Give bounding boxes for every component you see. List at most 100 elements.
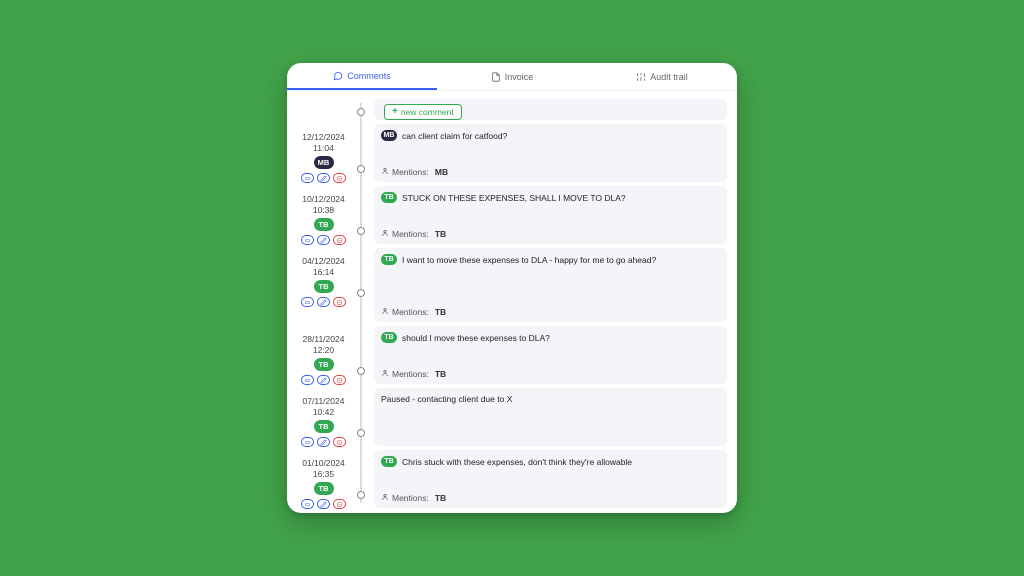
view-action-icon[interactable] bbox=[301, 297, 314, 307]
timeline-dot bbox=[357, 165, 365, 173]
view-action-icon[interactable] bbox=[301, 235, 314, 245]
author-avatar: MB bbox=[314, 156, 334, 169]
author-badge: MB bbox=[381, 130, 397, 141]
comment-box: MB can client claim for catfood? Mentions:… bbox=[374, 124, 727, 182]
user-icon bbox=[381, 369, 389, 379]
comment-date: 07/11/2024 bbox=[303, 396, 345, 407]
user-icon bbox=[381, 493, 389, 503]
view-action-icon[interactable] bbox=[301, 173, 314, 183]
edit-action-icon[interactable] bbox=[317, 375, 330, 385]
view-action-icon[interactable] bbox=[301, 437, 314, 447]
timeline-line bbox=[361, 103, 362, 503]
mentions-row: Mentions: TB bbox=[381, 229, 720, 239]
delete-action-icon[interactable] bbox=[333, 499, 346, 509]
comment-icon bbox=[333, 71, 343, 81]
author-avatar: TB bbox=[314, 420, 334, 433]
mentions-label: Mentions: bbox=[392, 307, 429, 317]
mentions-label: Mentions: bbox=[392, 493, 429, 503]
edit-action-icon[interactable] bbox=[317, 437, 330, 447]
comment-text: Chris stuck with these expenses, don't t… bbox=[402, 457, 632, 467]
new-comment-label: new comment bbox=[401, 107, 454, 117]
mentions-row: Mentions: TB bbox=[381, 369, 720, 379]
comment-time: 10:38 bbox=[313, 205, 334, 216]
comment-time: 16:35 bbox=[313, 469, 334, 480]
tab-comments[interactable]: Comments bbox=[287, 63, 437, 90]
author-avatar: TB bbox=[314, 358, 334, 371]
comment-box: Paused - contacting client due to X bbox=[374, 388, 727, 446]
comment-meta: 01/10/202416:35 TB bbox=[293, 456, 354, 513]
view-action-icon[interactable] bbox=[301, 375, 314, 385]
timeline-dot bbox=[357, 367, 365, 375]
user-icon bbox=[381, 229, 389, 239]
timeline-column bbox=[354, 99, 368, 503]
comment-text: STUCK ON THESE EXPENSES, SHALL I MOVE TO… bbox=[402, 193, 626, 203]
timeline-dot bbox=[357, 227, 365, 235]
mentions-label: Mentions: bbox=[392, 167, 429, 177]
sliders-icon bbox=[636, 72, 646, 82]
comment-text: Paused - contacting client due to X bbox=[381, 394, 512, 404]
comment-date: 04/12/2024 bbox=[302, 256, 345, 267]
author-avatar: TB bbox=[314, 482, 334, 495]
user-icon bbox=[381, 307, 389, 317]
comment-time: 10:42 bbox=[313, 407, 334, 418]
author-avatar: TB bbox=[314, 280, 334, 293]
mentions-who: TB bbox=[435, 369, 446, 379]
timeline-dot bbox=[357, 289, 365, 297]
panel-card: Comments Invoice Audit trail 12/12/20241… bbox=[287, 63, 737, 513]
view-action-icon[interactable] bbox=[301, 499, 314, 509]
comment-date: 28/11/2024 bbox=[303, 334, 345, 345]
edit-action-icon[interactable] bbox=[317, 235, 330, 245]
comment-text: should I move these expenses to DLA? bbox=[402, 333, 550, 343]
mentions-label: Mentions: bbox=[392, 229, 429, 239]
delete-action-icon[interactable] bbox=[333, 235, 346, 245]
mentions-label: Mentions: bbox=[392, 369, 429, 379]
comment-box: TB STUCK ON THESE EXPENSES, SHALL I MOVE … bbox=[374, 186, 727, 244]
author-avatar: TB bbox=[314, 218, 334, 231]
delete-action-icon[interactable] bbox=[333, 437, 346, 447]
comment-text: I want to move these expenses to DLA - h… bbox=[402, 255, 656, 265]
comment-box: TB Chris stuck with these expenses, don't… bbox=[374, 450, 727, 508]
mentions-row: Mentions: TB bbox=[381, 493, 720, 503]
mentions-who: TB bbox=[435, 493, 446, 503]
comment-date: 10/12/2024 bbox=[302, 194, 345, 205]
timeline-dot bbox=[357, 108, 365, 116]
comment-time: 12:20 bbox=[313, 345, 334, 356]
mentions-row: Mentions: MB bbox=[381, 167, 720, 177]
timeline-dot bbox=[357, 429, 365, 437]
comment-box: TB should I move these expenses to DLA? Me… bbox=[374, 326, 727, 384]
tab-invoice[interactable]: Invoice bbox=[437, 63, 587, 90]
comment-date: 12/12/2024 bbox=[302, 132, 345, 143]
comment-meta: 10/12/202410:38 TB bbox=[293, 192, 354, 250]
delete-action-icon[interactable] bbox=[333, 375, 346, 385]
delete-action-icon[interactable] bbox=[333, 297, 346, 307]
mentions-who: TB bbox=[435, 229, 446, 239]
comment-meta: 07/11/202410:42 TB bbox=[293, 394, 354, 452]
comment-meta: 28/11/202412:20 TB bbox=[293, 332, 354, 390]
author-badge: TB bbox=[381, 192, 397, 203]
comment-time: 16:14 bbox=[313, 267, 334, 278]
comment-meta: 12/12/202411:04 MB bbox=[293, 130, 354, 188]
author-badge: TB bbox=[381, 254, 397, 265]
tab-audit-trail[interactable]: Audit trail bbox=[587, 63, 737, 90]
meta-column: 12/12/202411:04 MB 10/12/202410:38 TB 04/12/… bbox=[293, 99, 354, 503]
edit-action-icon[interactable] bbox=[317, 499, 330, 509]
delete-action-icon[interactable] bbox=[333, 173, 346, 183]
edit-action-icon[interactable] bbox=[317, 297, 330, 307]
mentions-who: MB bbox=[435, 167, 448, 177]
comment-text: can client claim for catfood? bbox=[402, 131, 507, 141]
comment-date: 01/10/2024 bbox=[302, 458, 345, 469]
tab-audit-label: Audit trail bbox=[650, 72, 688, 82]
author-badge: TB bbox=[381, 456, 397, 467]
mentions-who: TB bbox=[435, 307, 446, 317]
edit-action-icon[interactable] bbox=[317, 173, 330, 183]
mentions-row: Mentions: TB bbox=[381, 307, 720, 317]
tabs: Comments Invoice Audit trail bbox=[287, 63, 737, 91]
comment-time: 11:04 bbox=[313, 143, 334, 154]
user-icon bbox=[381, 167, 389, 177]
author-badge: TB bbox=[381, 332, 397, 343]
comments-body: 12/12/202411:04 MB 10/12/202410:38 TB 04/12/… bbox=[287, 91, 737, 513]
tab-invoice-label: Invoice bbox=[505, 72, 534, 82]
plus-icon: + bbox=[392, 108, 398, 116]
tab-comments-label: Comments bbox=[347, 71, 391, 81]
new-comment-button[interactable]: + new comment bbox=[384, 104, 462, 120]
